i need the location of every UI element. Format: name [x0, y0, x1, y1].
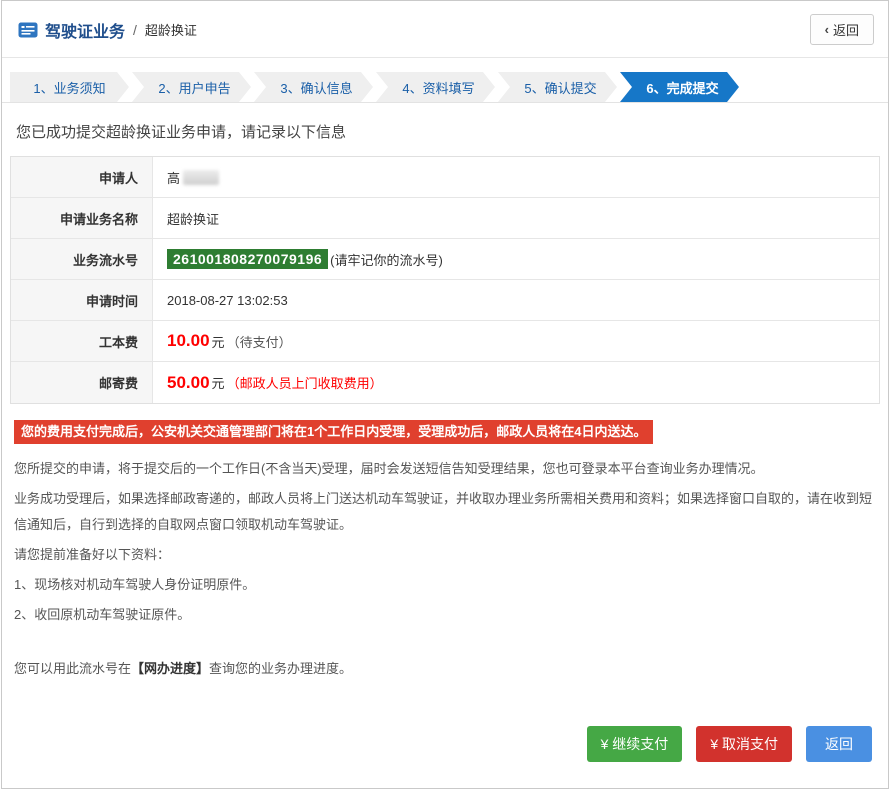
- page-title: 驾驶证业务: [45, 18, 125, 42]
- postage-label: 邮寄费: [11, 362, 153, 403]
- fee-label: 工本费: [11, 321, 153, 361]
- fee-unit: 元: [212, 332, 225, 351]
- main-content: 您已成功提交超龄换证业务申请，请记录以下信息 申请人 高 申请业务名称 超龄换证…: [2, 103, 888, 788]
- continue-payment-button[interactable]: ¥ 继续支付: [587, 726, 683, 762]
- table-row-serial: 业务流水号 261001808270079196 (请牢记你的流水号): [11, 239, 879, 280]
- breadcrumb-separator: /: [133, 22, 137, 38]
- instruction-paragraph-3: 请您提前准备好以下资料：: [14, 542, 876, 568]
- step-progress-bar: 1、业务须知 2、用户申告 3、确认信息 4、资料填写 5、确认提交 6、完成提…: [10, 72, 880, 102]
- instruction-paragraph-1: 您所提交的申请，将于提交后的一个工作日(不含当天)受理，届时会发送短信告知受理结…: [14, 456, 876, 482]
- instructions: 您所提交的申请，将于提交后的一个工作日(不含当天)受理，届时会发送短信告知受理结…: [14, 456, 876, 628]
- application-info-table: 申请人 高 申请业务名称 超龄换证 业务流水号 2610018082700791…: [10, 156, 880, 404]
- breadcrumb-current: 超龄换证: [145, 20, 197, 39]
- header-back-label: 返回: [833, 20, 859, 39]
- progress-query-note: 您可以用此流水号在【网办进度】查询您的业务办理进度。: [14, 656, 876, 682]
- fee-value-cell: 10.00 元 （待支付）: [153, 321, 879, 361]
- step-progress-wrap: 1、业务须知 2、用户申告 3、确认信息 4、资料填写 5、确认提交 6、完成提…: [2, 58, 888, 103]
- action-bar: ¥ 继续支付 ¥ 取消支付 返回: [18, 726, 872, 762]
- applicant-name: 高: [167, 168, 180, 187]
- redacted-name-mask: [183, 170, 219, 185]
- instruction-paragraph-2: 业务成功受理后，如果选择邮政寄递的，邮政人员将上门送达机动车驾驶证，并收取办理业…: [14, 486, 876, 538]
- serial-note: (请牢记你的流水号): [330, 250, 443, 269]
- table-row-applicant: 申请人 高: [11, 157, 879, 198]
- progress-note-suffix: 查询您的业务办理进度。: [209, 661, 352, 676]
- payment-notice-banner: 您的费用支付完成后，公安机关交通管理部门将在1个工作日内受理，受理成功后，邮政人…: [14, 420, 653, 444]
- step-label-1: 1、业务须知: [33, 78, 105, 97]
- step-tab-5[interactable]: 5、确认提交: [498, 72, 617, 102]
- license-form-icon: [18, 22, 38, 38]
- postage-amount: 50.00: [167, 373, 210, 393]
- progress-note-prefix: 您可以用此流水号在: [14, 661, 131, 676]
- instruction-paragraph-4: 1、现场核对机动车驾驶人身份证明原件。: [14, 572, 876, 598]
- postage-value-cell: 50.00 元 （邮政人员上门收取费用）: [153, 362, 879, 403]
- success-message: 您已成功提交超龄换证业务申请，请记录以下信息: [16, 121, 876, 142]
- step-tab-6-active[interactable]: 6、完成提交: [620, 72, 739, 102]
- serial-label: 业务流水号: [11, 239, 153, 279]
- progress-query-link[interactable]: 【网办进度】: [131, 661, 209, 676]
- step-label-3: 3、确认信息: [280, 78, 352, 97]
- step-label-6: 6、完成提交: [646, 78, 718, 97]
- instruction-paragraph-5: 2、收回原机动车驾驶证原件。: [14, 602, 876, 628]
- time-label: 申请时间: [11, 280, 153, 320]
- table-row-time: 申请时间 2018-08-27 13:02:53: [11, 280, 879, 321]
- postage-note: （邮政人员上门收取费用）: [227, 373, 383, 392]
- table-row-business: 申请业务名称 超龄换证: [11, 198, 879, 239]
- breadcrumb: 驾驶证业务 / 超龄换证: [18, 18, 197, 42]
- step-label-5: 5、确认提交: [524, 78, 596, 97]
- applicant-value-cell: 高: [153, 157, 879, 197]
- table-row-postage: 邮寄费 50.00 元 （邮政人员上门收取费用）: [11, 362, 879, 403]
- business-value: 超龄换证: [153, 198, 879, 238]
- step-tab-3[interactable]: 3、确认信息: [254, 72, 373, 102]
- fee-note: （待支付）: [227, 332, 292, 351]
- serial-value-cell: 261001808270079196 (请牢记你的流水号): [153, 239, 879, 279]
- time-value: 2018-08-27 13:02:53: [153, 280, 879, 320]
- step-label-4: 4、资料填写: [402, 78, 474, 97]
- table-row-fee: 工本费 10.00 元 （待支付）: [11, 321, 879, 362]
- cancel-payment-button[interactable]: ¥ 取消支付: [696, 726, 792, 762]
- applicant-label: 申请人: [11, 157, 153, 197]
- page-header: 驾驶证业务 / 超龄换证 ‹ 返回: [2, 1, 888, 58]
- business-label: 申请业务名称: [11, 198, 153, 238]
- chevron-left-icon: ‹: [825, 22, 829, 37]
- step-tab-4[interactable]: 4、资料填写: [376, 72, 495, 102]
- serial-number-badge: 261001808270079196: [167, 249, 328, 269]
- step-tab-1[interactable]: 1、业务须知: [10, 72, 129, 102]
- header-back-button[interactable]: ‹ 返回: [810, 14, 874, 45]
- postage-unit: 元: [212, 373, 225, 392]
- step-tab-2[interactable]: 2、用户申告: [132, 72, 251, 102]
- bottom-back-button[interactable]: 返回: [806, 726, 872, 762]
- fee-amount: 10.00: [167, 331, 210, 351]
- step-label-2: 2、用户申告: [158, 78, 230, 97]
- page-container: 驾驶证业务 / 超龄换证 ‹ 返回 1、业务须知 2、用户申告 3、确认信息 4…: [1, 0, 889, 789]
